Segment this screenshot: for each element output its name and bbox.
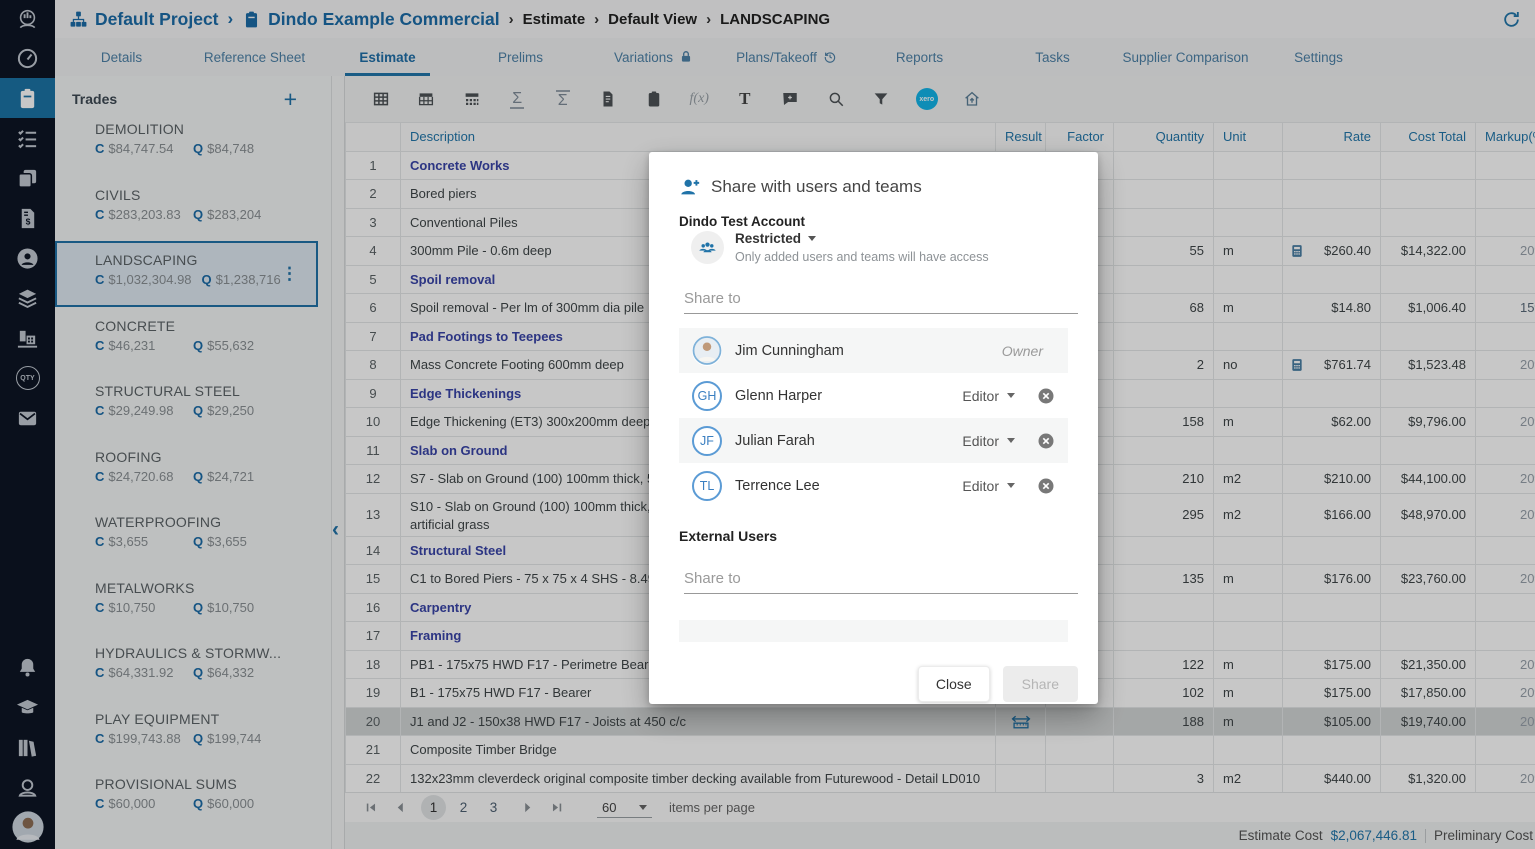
close-button[interactable]: Close <box>918 666 990 702</box>
user-name: Terrence Lee <box>735 478 820 494</box>
user-name: Julian Farah <box>735 433 815 449</box>
user-row: GH Glenn Harper Editor <box>679 373 1068 418</box>
role-value: Editor <box>962 388 999 404</box>
remove-user-icon[interactable] <box>1037 477 1055 495</box>
avatar: TL <box>692 471 722 501</box>
empty-external-list <box>679 620 1068 642</box>
external-share-to-input[interactable] <box>684 566 1078 594</box>
access-level-select[interactable]: Restricted <box>735 231 989 246</box>
remove-user-icon[interactable] <box>1037 432 1055 450</box>
user-name: Jim Cunningham <box>735 343 844 359</box>
modal-title: Share with users and teams <box>711 177 922 197</box>
owner-label: Owner <box>1002 343 1043 359</box>
user-name: Glenn Harper <box>735 388 822 404</box>
user-row: TL Terrence Lee Editor <box>679 463 1068 508</box>
share-modal: Share with users and teams Dindo Test Ac… <box>649 152 1098 704</box>
avatar <box>692 336 722 366</box>
role-select[interactable]: Editor <box>962 478 1015 494</box>
user-row: Jim Cunningham Owner <box>679 328 1068 373</box>
external-users-label: External Users <box>679 528 1068 544</box>
avatar: GH <box>692 381 722 411</box>
share-to-input[interactable] <box>684 286 1078 314</box>
modal-header: Share with users and teams <box>679 176 1068 198</box>
group-icon <box>691 231 724 264</box>
user-row: JF Julian Farah Editor <box>679 418 1068 463</box>
chevron-down-icon <box>1007 393 1015 398</box>
role-select[interactable]: Editor <box>962 433 1015 449</box>
chevron-down-icon <box>1007 483 1015 488</box>
role-value: Editor <box>962 478 999 494</box>
share-button[interactable]: Share <box>1003 666 1078 702</box>
avatar: JF <box>692 426 722 456</box>
chevron-down-icon <box>808 236 816 241</box>
role-select[interactable]: Editor <box>962 388 1015 404</box>
chevron-down-icon <box>1007 438 1015 443</box>
user-list: Jim CunninghamOwnerGHGlenn HarperEditorJ… <box>679 328 1068 508</box>
remove-user-icon[interactable] <box>1037 387 1055 405</box>
access-level-row: Restricted Only added users and teams wi… <box>691 231 1068 264</box>
account-name: Dindo Test Account <box>679 214 1068 229</box>
role-value: Editor <box>962 433 999 449</box>
modal-actions: Close Share <box>679 666 1078 702</box>
access-hint: Only added users and teams will have acc… <box>735 250 989 264</box>
person-add-icon <box>679 176 701 198</box>
access-level-value: Restricted <box>735 231 801 246</box>
